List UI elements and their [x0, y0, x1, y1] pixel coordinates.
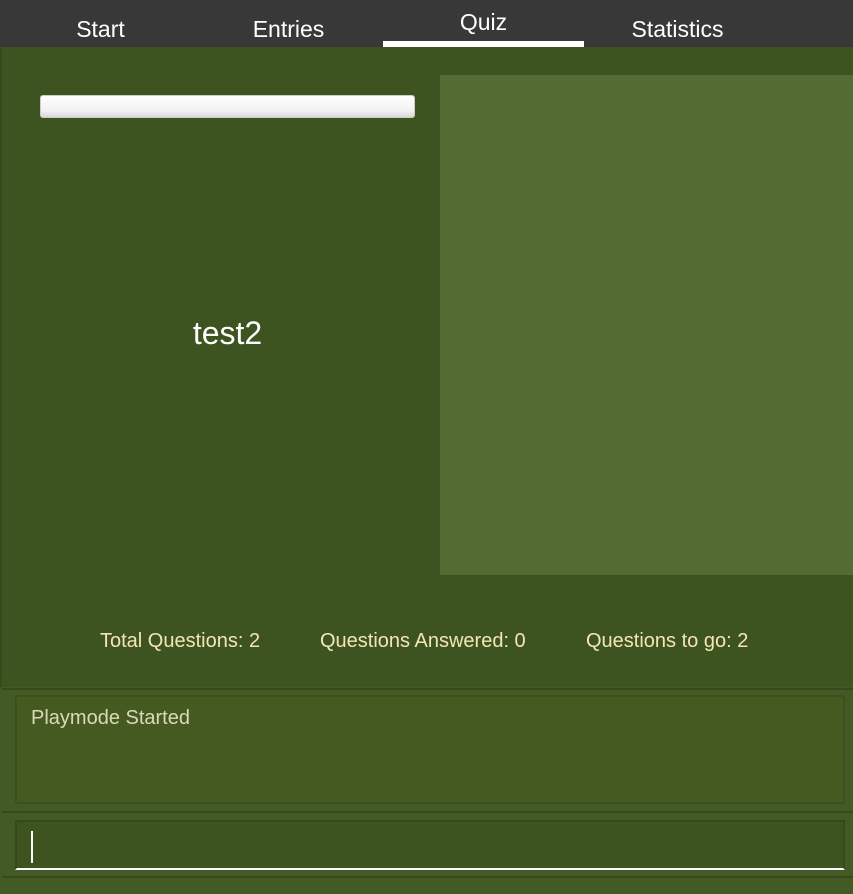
tab-bar: Start Entries Quiz Statistics	[0, 0, 853, 47]
tab-quiz[interactable]: Quiz	[383, 0, 584, 47]
question-text: test2	[192, 315, 263, 351]
questions-to-go: Questions to go: 2	[586, 630, 749, 652]
command-input[interactable]	[15, 820, 845, 870]
tab-start[interactable]: Start	[0, 0, 201, 47]
quiz-progress-bar	[40, 95, 415, 118]
tab-entries[interactable]: Entries	[188, 0, 389, 47]
questions-answered: Questions Answered: 0	[320, 630, 526, 652]
tab-statistics[interactable]: Statistics	[577, 0, 778, 47]
answer-panel	[440, 75, 853, 575]
text-caret	[31, 831, 33, 863]
total-questions: Total Questions: 2	[100, 630, 261, 652]
result-display: Playmode Started	[15, 695, 845, 804]
